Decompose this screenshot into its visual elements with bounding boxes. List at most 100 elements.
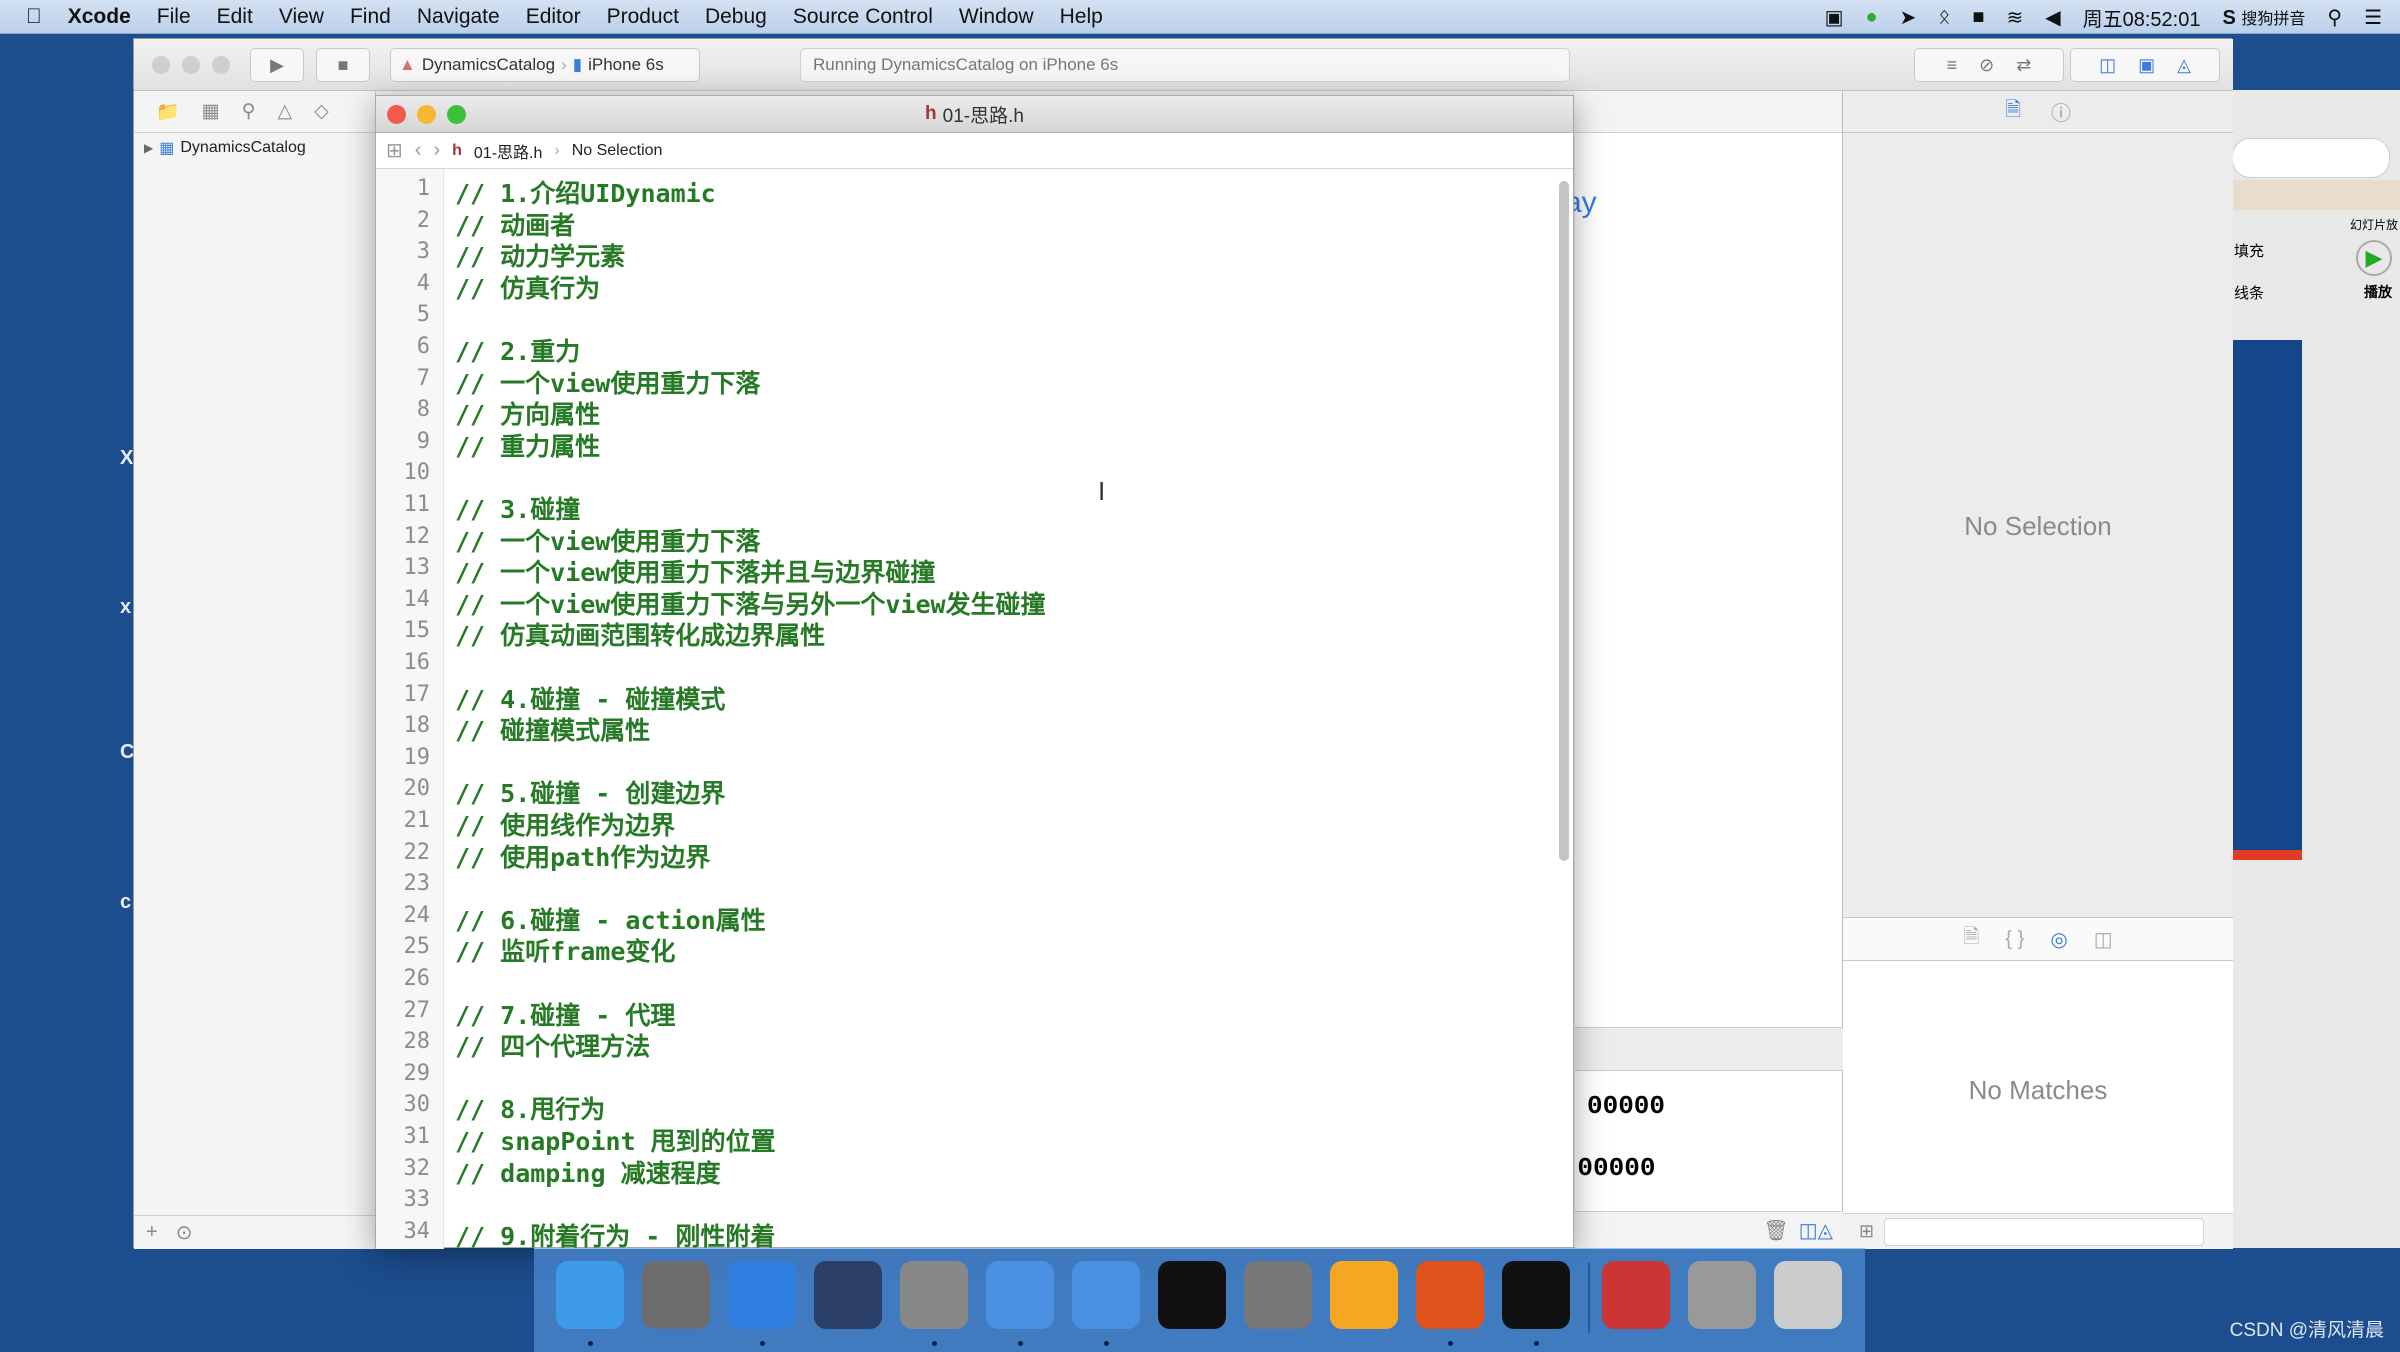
menu-find[interactable]: Find <box>350 5 391 29</box>
zoom-button[interactable] <box>447 105 466 124</box>
dock-safari-icon[interactable] <box>728 1261 796 1329</box>
code-snippet-icon[interactable]: { } <box>2005 928 2024 951</box>
warning-icon[interactable]: △ <box>278 100 293 123</box>
file-template-icon[interactable]: 🗎 <box>1963 922 1979 956</box>
run-button[interactable]: ▶ <box>250 48 304 82</box>
minimize-button[interactable] <box>182 56 200 74</box>
menu-file[interactable]: File <box>157 5 191 29</box>
menu-navigate[interactable]: Navigate <box>417 5 500 29</box>
menu-edit[interactable]: Edit <box>217 5 253 29</box>
bluetooth-icon[interactable]: ᛟ <box>1938 6 1950 29</box>
code-line: // 1.介绍UIDynamic <box>455 179 716 208</box>
volume-icon[interactable]: ◀ <box>2045 5 2060 30</box>
editor-mode-control[interactable]: ≡ ⊘ ⇄ <box>1914 48 2064 82</box>
view-toggle-control[interactable]: ◫ ▣ ◬ <box>2070 48 2220 82</box>
dock-mouse-icon[interactable] <box>814 1261 882 1329</box>
filter-icon[interactable]: ⊙ <box>176 1220 193 1245</box>
menu-debug[interactable]: Debug <box>705 5 767 29</box>
jump-file[interactable]: 01-思路.h <box>474 139 542 163</box>
running-indicator <box>1104 1341 1109 1346</box>
dock-display-icon[interactable] <box>1688 1261 1756 1329</box>
minimize-button[interactable] <box>417 105 436 124</box>
ppt-fill-button[interactable]: 填充 <box>2234 240 2264 261</box>
assistant-editor-icon[interactable]: ⊘ <box>1979 55 1994 76</box>
close-button[interactable] <box>387 105 406 124</box>
related-items-icon[interactable]: ⊞ <box>386 138 403 163</box>
code-line: // 2.重力 <box>455 337 581 366</box>
play-icon: ▶ <box>270 54 284 75</box>
symbol-icon[interactable]: ▦ <box>202 100 220 123</box>
code-line: // 监听frame变化 <box>455 937 676 967</box>
line-number: 25 <box>403 934 431 960</box>
version-editor-icon[interactable]: ⇄ <box>2016 55 2031 76</box>
test-icon[interactable]: ◇ <box>314 100 329 123</box>
dock-exec-icon[interactable] <box>1502 1261 1570 1329</box>
standard-editor-icon[interactable]: ≡ <box>1947 55 1958 76</box>
stop-button[interactable]: ■ <box>316 48 370 82</box>
dock-trash-icon[interactable] <box>1774 1261 1842 1329</box>
trash-icon[interactable]: 🗑 <box>1763 1218 1788 1243</box>
menu-view[interactable]: View <box>279 5 324 29</box>
ime-indicator[interactable]: S 搜狗拼音 <box>2222 5 2305 30</box>
green-app-icon[interactable]: ● <box>1866 6 1878 29</box>
dock-instruments-icon[interactable] <box>1072 1261 1140 1329</box>
ppt-slide-thumb[interactable] <box>2232 340 2302 850</box>
running-indicator <box>588 1341 593 1346</box>
dock-sketch-icon[interactable] <box>1330 1261 1398 1329</box>
navigator-toggle-icon[interactable]: ◫ <box>2099 55 2116 76</box>
line-number: 8 <box>416 397 430 423</box>
menu-editor[interactable]: Editor <box>526 5 581 29</box>
disclosure-triangle-icon[interactable]: ▶ <box>144 141 153 155</box>
jump-selection[interactable]: No Selection <box>572 142 663 160</box>
dock-system-preferences-icon[interactable] <box>1244 1261 1312 1329</box>
menu-product[interactable]: Product <box>607 5 679 29</box>
dock-quicktime-icon[interactable] <box>1602 1261 1670 1329</box>
media-library-icon[interactable]: ◫ <box>2094 927 2113 952</box>
utilities-toggle-icon[interactable]: ◬ <box>2177 55 2191 76</box>
library-filter-input[interactable] <box>1884 1217 2205 1246</box>
help-icon[interactable]: ⓘ <box>2051 97 2071 126</box>
split-view-icon[interactable]: ◫◬ <box>1799 1218 1833 1243</box>
ppt-slide-accent <box>2232 850 2302 860</box>
menu-app[interactable]: Xcode <box>68 5 131 29</box>
vertical-scrollbar[interactable] <box>1559 181 1569 861</box>
airplane-icon[interactable]: ➤ <box>1900 5 1917 30</box>
ppt-search-field[interactable] <box>2232 138 2390 178</box>
grid-view-icon[interactable]: ⊞ <box>1859 1221 1874 1242</box>
menu-source-control[interactable]: Source Control <box>793 5 933 29</box>
inspector-tabs: 🗎 ⓘ <box>1843 91 2233 133</box>
dock-launchpad-icon[interactable] <box>642 1261 710 1329</box>
ppt-line-button[interactable]: 线条 <box>2234 282 2264 303</box>
lock-icon[interactable]: ■ <box>1972 6 1984 29</box>
ppt-play-icon[interactable]: ▶ <box>2356 240 2392 276</box>
editor-window: h 01-思路.h ⊞ ‹ › h 01-思路.h › No Selection… <box>375 95 1574 1251</box>
dock-powerpoint-icon[interactable] <box>1416 1261 1484 1329</box>
wifi-icon[interactable]: ≋ <box>2006 5 2023 30</box>
dock-finder-icon[interactable] <box>556 1261 624 1329</box>
debug-toggle-icon[interactable]: ▣ <box>2138 55 2155 76</box>
dock-terminal-icon[interactable] <box>1158 1261 1226 1329</box>
device-name: iPhone 6s <box>588 55 664 74</box>
navigator-item-project[interactable]: ▶ ▦ DynamicsCatalog <box>134 133 375 163</box>
add-icon[interactable]: + <box>146 1221 158 1244</box>
menu-help[interactable]: Help <box>1060 5 1103 29</box>
close-button[interactable] <box>152 56 170 74</box>
menu-window[interactable]: Window <box>959 5 1034 29</box>
back-icon[interactable]: ‹ <box>415 139 422 162</box>
dock-imovie-icon[interactable] <box>900 1261 968 1329</box>
clock[interactable]: 周五08:52:01 <box>2083 3 2201 32</box>
notification-center-icon[interactable]: ☰ <box>2364 5 2382 30</box>
spotlight-icon[interactable]: ⚲ <box>2327 5 2342 30</box>
object-library-icon[interactable]: ◎ <box>2050 927 2067 952</box>
zoom-button[interactable] <box>212 56 230 74</box>
file-inspector-icon[interactable]: 🗎 <box>2005 95 2021 129</box>
chevron-right-icon: › <box>561 55 567 74</box>
code-line: // 仿真动画范围转化成边界属性 <box>455 621 826 651</box>
scheme-selector[interactable]: ▲ DynamicsCatalog › ▮ iPhone 6s <box>390 48 700 82</box>
forward-icon[interactable]: › <box>433 139 440 162</box>
screen-record-icon[interactable]: ▣ <box>1825 5 1844 30</box>
folder-icon[interactable]: 📁 <box>156 100 180 124</box>
dock-xcode-icon[interactable] <box>986 1261 1054 1329</box>
search-icon[interactable]: ⚲ <box>242 100 256 123</box>
apple-icon[interactable]:  <box>26 5 42 29</box>
